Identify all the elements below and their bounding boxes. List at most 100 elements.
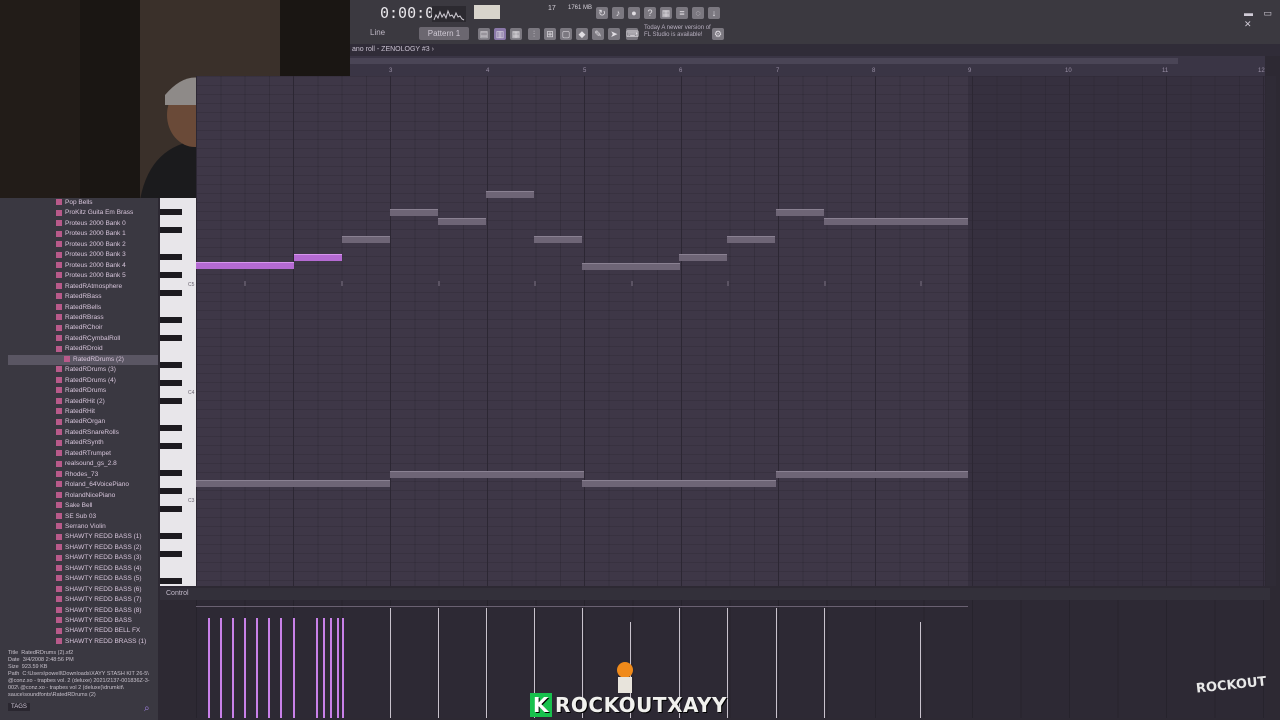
browser-item[interactable]: RatedRDrums (2): [8, 354, 158, 365]
browser-item[interactable]: RatedRDrums: [56, 386, 106, 396]
mixer-icon[interactable]: ≡: [676, 7, 688, 19]
midi-note[interactable]: [196, 480, 390, 487]
browser-item[interactable]: SHAWTY REDD BASS (2): [56, 543, 142, 553]
browser-item[interactable]: Proteus 2000 Bank 4: [56, 261, 126, 271]
velocity-stem[interactable]: [342, 618, 344, 718]
browser-item[interactable]: Proteus 2000 Bank 2: [56, 240, 126, 250]
midi-note[interactable]: [776, 471, 968, 478]
pencil-icon[interactable]: ✎: [592, 28, 604, 40]
browser-item[interactable]: Rhodes_73: [56, 470, 98, 480]
velocity-stem[interactable]: [486, 608, 487, 718]
browser-item[interactable]: RatedRDroid: [56, 344, 103, 354]
browser-item[interactable]: SHAWTY REDD BASS (5): [56, 574, 142, 584]
eq-icon[interactable]: ⫶: [528, 28, 540, 40]
black-key[interactable]: [160, 271, 182, 278]
grid-icon[interactable]: ▦: [510, 28, 522, 40]
velocity-stem[interactable]: [220, 618, 222, 718]
browser-item[interactable]: RatedRSynth: [56, 438, 104, 448]
browser-item[interactable]: Proteus 2000 Bank 1: [56, 229, 126, 239]
browser-item[interactable]: Proteus 2000 Bank 3: [56, 250, 126, 260]
arrow-icon[interactable]: ➤: [608, 28, 620, 40]
horizontal-scrollbar[interactable]: [350, 58, 1178, 64]
search-icon[interactable]: ⌕: [144, 704, 154, 714]
black-key[interactable]: [160, 361, 182, 368]
help-icon[interactable]: ?: [644, 7, 656, 19]
browser-item[interactable]: RatedRAtmosphere: [56, 282, 122, 292]
browser-item[interactable]: Proteus 2000 Bank 0: [56, 219, 126, 229]
snap-line-selector[interactable]: Line: [370, 28, 385, 37]
keyboard-icon[interactable]: ⌨: [626, 28, 639, 40]
tags-button[interactable]: TAGS: [8, 703, 30, 711]
velocity-stem[interactable]: [920, 622, 921, 718]
midi-note[interactable]: [486, 191, 534, 198]
midi-note[interactable]: [679, 254, 727, 261]
velocity-stem[interactable]: [824, 608, 825, 718]
record-icon[interactable]: ●: [628, 7, 640, 19]
midi-note[interactable]: [390, 209, 438, 216]
velocity-stem[interactable]: [268, 618, 270, 718]
browser-item[interactable]: SHAWTY REDD BASS (3): [56, 553, 142, 563]
browser-item[interactable]: SHAWTY REDD BASS (7): [56, 595, 142, 605]
black-key[interactable]: [160, 316, 182, 323]
browser-item[interactable]: realsound_gs_2.8: [56, 459, 117, 469]
velocity-stem[interactable]: [323, 618, 325, 718]
download-icon[interactable]: ↓: [708, 7, 720, 19]
control-label[interactable]: Control: [160, 590, 189, 597]
velocity-stem[interactable]: [280, 618, 282, 718]
black-key[interactable]: [160, 469, 182, 476]
browser-item[interactable]: RatedRTrumpet: [56, 449, 111, 459]
midi-note[interactable]: [390, 471, 584, 478]
browser-item[interactable]: SHAWTY REDD BELL FX: [56, 626, 140, 636]
plugin-icon[interactable]: ◆: [576, 28, 588, 40]
midi-note[interactable]: [727, 236, 775, 243]
velocity-stem[interactable]: [330, 618, 332, 718]
piano-keyboard[interactable]: C5 C4 C3: [160, 198, 196, 586]
settings-gear-icon[interactable]: ⚙: [712, 28, 724, 40]
loop-icon[interactable]: ↻: [596, 7, 608, 19]
browser-item[interactable]: SHAWTY REDD BRASS (1): [56, 637, 146, 647]
black-key[interactable]: [160, 379, 182, 386]
velocity-stem[interactable]: [438, 608, 439, 718]
velocity-stem[interactable]: [293, 618, 295, 718]
window-controls[interactable]: ▬ ▭ ✕: [1244, 8, 1280, 30]
velocity-stem[interactable]: [244, 618, 246, 718]
browser-item[interactable]: SHAWTY REDD BASS: [56, 616, 132, 626]
clipboard-icon[interactable]: ▢: [560, 28, 572, 40]
browser-item[interactable]: RatedROrgan: [56, 417, 105, 427]
velocity-stem[interactable]: [232, 618, 234, 718]
black-key[interactable]: [160, 442, 182, 449]
midi-note[interactable]: [342, 236, 390, 243]
piano-roll-icon[interactable]: ▤: [478, 28, 490, 40]
black-key[interactable]: [160, 487, 182, 494]
velocity-stem[interactable]: [390, 608, 391, 718]
velocity-stem[interactable]: [727, 608, 728, 718]
browser-item[interactable]: RatedRDrums (4): [56, 376, 116, 386]
velocity-stem[interactable]: [208, 618, 210, 718]
browser-item[interactable]: RatedRBrass: [56, 313, 104, 323]
channel-rack-icon[interactable]: ▥: [494, 28, 506, 40]
midi-note[interactable]: [294, 254, 342, 261]
midi-note[interactable]: [582, 480, 776, 487]
midi-note[interactable]: [438, 218, 486, 225]
black-key[interactable]: [160, 505, 182, 512]
black-key[interactable]: [160, 208, 182, 215]
browser-item[interactable]: RatedRHit: [56, 407, 95, 417]
black-key[interactable]: [160, 334, 182, 341]
black-key[interactable]: [160, 397, 182, 404]
midi-note[interactable]: [196, 262, 294, 269]
browser-item[interactable]: RatedRHit (2): [56, 397, 105, 407]
browser-item[interactable]: RatedRChoir: [56, 323, 103, 333]
browser-item[interactable]: Roland_64VoicePiano: [56, 480, 129, 490]
browser-item[interactable]: RolandNicePiano: [56, 491, 115, 501]
browser-item[interactable]: SHAWTY REDD BASS (6): [56, 585, 142, 595]
browser-item[interactable]: SHAWTY REDD BASS (8): [56, 606, 142, 616]
note-grid[interactable]: [196, 76, 1265, 586]
black-key[interactable]: [160, 253, 182, 260]
velocity-stem[interactable]: [316, 618, 318, 718]
midi-note[interactable]: [534, 236, 582, 243]
chat-icon[interactable]: ◌: [692, 7, 704, 19]
midi-note[interactable]: [824, 218, 968, 225]
black-key[interactable]: [160, 424, 182, 431]
vertical-scrollbar[interactable]: [1266, 76, 1276, 586]
news-panel[interactable]: Today A newer version of FL Studio is av…: [644, 25, 711, 39]
